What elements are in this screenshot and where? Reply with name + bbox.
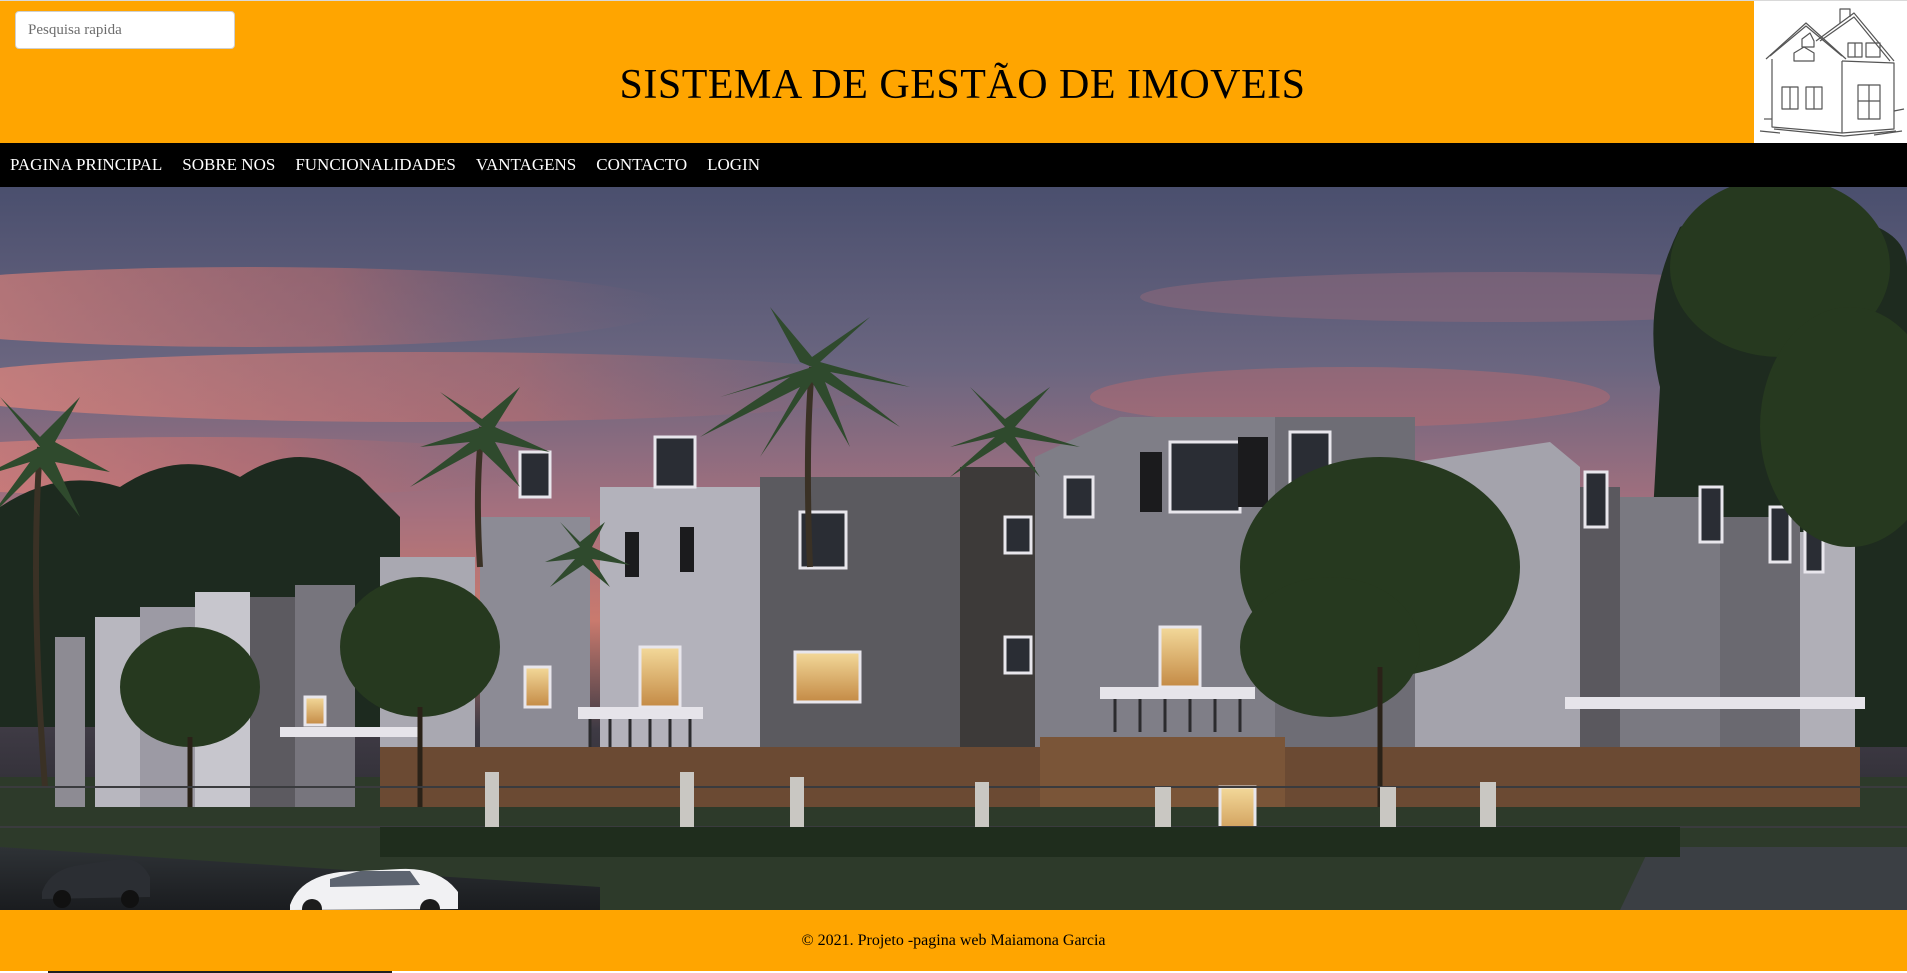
logo bbox=[1754, 1, 1907, 144]
main-nav: PAGINA PRINCIPAL SOBRE NOS FUNCIONALIDAD… bbox=[0, 143, 1907, 187]
nav-item-pagina-principal[interactable]: PAGINA PRINCIPAL bbox=[10, 155, 162, 175]
nav-item-contacto[interactable]: CONTACTO bbox=[596, 155, 687, 175]
search-input[interactable] bbox=[15, 11, 235, 49]
nav-item-vantagens[interactable]: VANTAGENS bbox=[476, 155, 576, 175]
nav-item-login[interactable]: LOGIN bbox=[707, 155, 760, 175]
hero-image bbox=[0, 187, 1907, 910]
house-sketch-icon bbox=[1759, 8, 1905, 137]
page: SISTEMA DE GESTÃO DE IMOVEIS bbox=[0, 0, 1907, 973]
townhouses-dusk-illustration bbox=[0, 187, 1907, 910]
page-title: SISTEMA DE GESTÃO DE IMOVEIS bbox=[619, 62, 1306, 108]
nav-item-funcionalidades[interactable]: FUNCIONALIDADES bbox=[295, 155, 456, 175]
footer-copyright: © 2021. Projeto -pagina web Maiamona Gar… bbox=[801, 931, 1106, 949]
nav-item-sobre-nos[interactable]: SOBRE NOS bbox=[182, 155, 275, 175]
footer: © 2021. Projeto -pagina web Maiamona Gar… bbox=[0, 910, 1907, 971]
header: SISTEMA DE GESTÃO DE IMOVEIS bbox=[0, 0, 1907, 144]
